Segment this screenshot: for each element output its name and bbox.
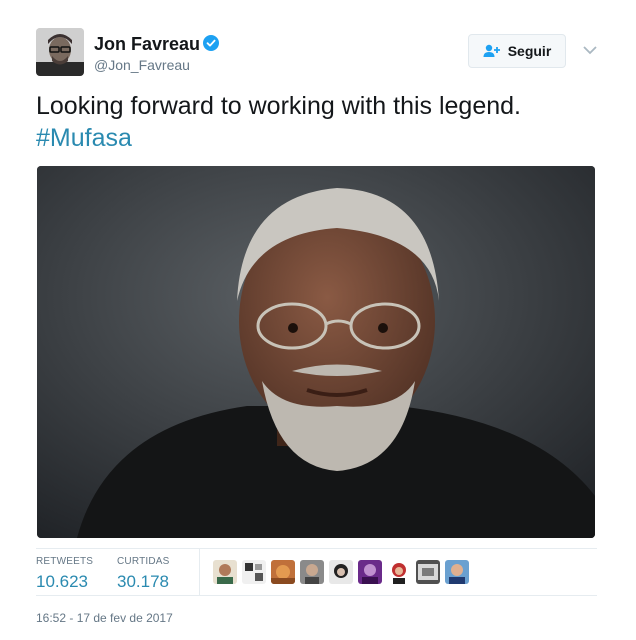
author-handle[interactable]: @Jon_Favreau [94,56,190,74]
likes-stat[interactable]: CURTIDAS 30.178 [117,556,170,593]
hashtag-link[interactable]: #Mufasa [36,122,606,154]
likes-label: CURTIDAS [117,556,170,567]
tweet-body: Looking forward to working with this leg… [36,92,521,120]
liker-avatar-9[interactable] [445,560,469,584]
tweet-timestamp[interactable]: 16:52 - 17 de fev de 2017 [36,610,173,626]
tweet-text: Looking forward to working with this leg… [36,90,606,154]
liker-avatar-7[interactable] [387,560,411,584]
liker-avatar-6[interactable] [358,560,382,584]
add-user-icon [483,44,500,57]
chevron-down-icon[interactable] [582,44,598,56]
liker-avatar-1[interactable] [213,560,237,584]
divider-bottom [36,595,597,596]
tweet-card: Jon Favreau @Jon_Favreau Seguir Looking … [0,0,636,640]
divider-top [36,548,597,549]
liker-avatar-4[interactable] [300,560,324,584]
verified-badge-icon [203,35,219,51]
author-avatar[interactable] [36,28,84,76]
liker-avatar-8[interactable] [416,560,440,584]
retweets-count: 10.623 [36,572,88,591]
liker-avatar-5[interactable] [329,560,353,584]
retweets-stat[interactable]: RETWEETS 10.623 [36,556,93,593]
likers-list [213,560,469,584]
stats-separator [199,549,200,595]
liker-avatar-3[interactable] [271,560,295,584]
retweets-label: RETWEETS [36,556,94,567]
tweet-photo[interactable] [37,166,595,538]
follow-button[interactable]: Seguir [468,34,566,68]
follow-button-label: Seguir [507,43,552,59]
author-name[interactable]: Jon Favreau [94,33,200,55]
likes-count: 30.178 [117,572,169,591]
liker-avatar-2[interactable] [242,560,266,584]
